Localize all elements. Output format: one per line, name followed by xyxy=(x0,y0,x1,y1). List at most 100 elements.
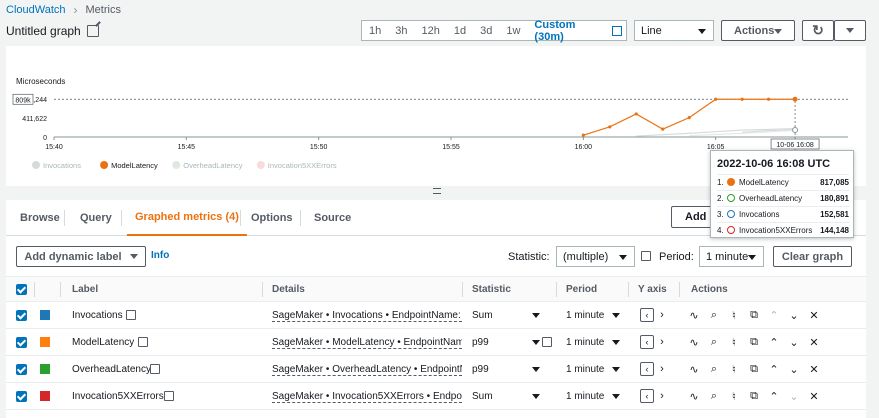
alarm-bell-icon[interactable]: ♮ xyxy=(728,363,740,376)
row-checkbox[interactable] xyxy=(16,337,27,348)
time-range-1w[interactable]: 1w xyxy=(499,21,527,40)
caret-down-icon[interactable] xyxy=(612,313,620,318)
y-axis-right-icon[interactable]: › xyxy=(656,336,668,348)
caret-down-icon[interactable] xyxy=(532,367,540,372)
x-tick-label: 15:40 xyxy=(45,144,63,151)
select-all-checkbox[interactable] xyxy=(16,284,27,295)
resize-handle[interactable] xyxy=(433,188,441,194)
tab-query[interactable]: Query xyxy=(80,200,112,236)
metric-label: Invocation5XXErrors xyxy=(72,391,164,402)
tab-options[interactable]: Options xyxy=(251,200,293,236)
alarm-bell-icon[interactable]: ♮ xyxy=(728,309,740,322)
y-axis-left-button[interactable]: ‹ xyxy=(640,389,654,403)
statistic-select[interactable]: (multiple) xyxy=(556,246,635,267)
metric-details[interactable]: SageMaker • OverheadLatency • EndpointNa… xyxy=(272,364,462,376)
move-up-icon[interactable]: ⌃ xyxy=(768,309,780,322)
row-checkbox[interactable] xyxy=(16,391,27,402)
duplicate-icon[interactable]: ⧉ xyxy=(748,363,760,376)
calendar-icon[interactable] xyxy=(611,25,622,36)
edit-title-icon[interactable] xyxy=(86,25,99,37)
y-axis-label: Microseconds xyxy=(16,77,65,86)
edit-label-icon[interactable] xyxy=(138,337,148,347)
breadcrumb-cloudwatch-link[interactable]: CloudWatch xyxy=(6,4,66,16)
y-axis-right-icon[interactable]: › xyxy=(656,363,668,375)
metric-period[interactable]: 1 minute xyxy=(566,337,604,348)
move-down-icon[interactable]: ⌄ xyxy=(788,336,800,349)
move-down-icon[interactable]: ⌄ xyxy=(788,309,800,322)
edit-statistic-icon[interactable] xyxy=(542,337,552,347)
remove-icon[interactable]: ✕ xyxy=(808,363,820,376)
move-down-icon[interactable]: ⌄ xyxy=(788,390,800,403)
clear-graph-button[interactable]: Clear graph xyxy=(773,246,852,267)
caret-down-icon[interactable] xyxy=(532,340,540,345)
remove-icon[interactable]: ✕ xyxy=(808,309,820,322)
chart-type-select[interactable]: Line xyxy=(634,20,714,41)
graph-icon[interactable]: ∿ xyxy=(688,390,700,403)
graph-icon[interactable]: ∿ xyxy=(688,336,700,349)
remove-icon[interactable]: ✕ xyxy=(808,336,820,349)
graph-icon[interactable]: ∿ xyxy=(688,363,700,376)
alarm-bell-icon[interactable]: ♮ xyxy=(728,336,740,349)
y-axis-left-button[interactable]: ‹ xyxy=(640,308,654,322)
move-down-icon[interactable]: ⌄ xyxy=(788,363,800,376)
add-dynamic-label-button[interactable]: Add dynamic label xyxy=(16,246,146,267)
metric-details[interactable]: SageMaker • Invocations • EndpointName: … xyxy=(272,310,462,322)
tab-source[interactable]: Source xyxy=(314,200,351,236)
caret-down-icon[interactable] xyxy=(612,394,620,399)
y-axis-right-icon[interactable]: › xyxy=(656,309,668,321)
time-range-1h[interactable]: 1h xyxy=(362,21,388,40)
search-icon[interactable]: ⌕ xyxy=(708,309,720,322)
metric-statistic[interactable]: p99 xyxy=(472,337,489,348)
time-range-3h[interactable]: 3h xyxy=(388,21,414,40)
caret-down-icon[interactable] xyxy=(532,394,540,399)
move-up-icon[interactable]: ⌃ xyxy=(768,336,780,349)
refresh-options-button[interactable] xyxy=(834,20,866,41)
move-up-icon[interactable]: ⌃ xyxy=(768,390,780,403)
metric-period[interactable]: 1 minute xyxy=(566,310,604,321)
metric-statistic[interactable]: Sum xyxy=(472,310,493,321)
color-swatch[interactable] xyxy=(40,364,50,374)
remove-icon[interactable]: ✕ xyxy=(808,390,820,403)
alarm-bell-icon[interactable]: ♮ xyxy=(728,390,740,403)
y-axis-right-icon[interactable]: › xyxy=(656,390,668,402)
row-checkbox[interactable] xyxy=(16,364,27,375)
y-axis-left-button[interactable]: ‹ xyxy=(640,335,654,349)
caret-down-icon[interactable] xyxy=(612,340,620,345)
time-range-1d[interactable]: 1d xyxy=(447,21,473,40)
time-range-3d[interactable]: 3d xyxy=(473,21,499,40)
metric-details[interactable]: SageMaker • Invocation5XXErrors • Endpoi… xyxy=(272,391,462,403)
metric-statistic[interactable]: p99 xyxy=(472,364,489,375)
caret-down-icon[interactable] xyxy=(532,313,540,318)
edit-statistic-icon[interactable] xyxy=(641,251,651,261)
search-icon[interactable]: ⌕ xyxy=(708,336,720,349)
metric-statistic[interactable]: Sum xyxy=(472,391,493,402)
metric-details[interactable]: SageMaker • ModelLatency • EndpointName: xyxy=(272,337,462,349)
row-checkbox[interactable] xyxy=(16,310,27,321)
color-swatch[interactable] xyxy=(40,391,50,401)
graph-icon[interactable]: ∿ xyxy=(688,309,700,322)
actions-button[interactable]: Actions xyxy=(721,20,795,41)
y-axis-left-button[interactable]: ‹ xyxy=(640,362,654,376)
time-range-custom[interactable]: Custom (30m) xyxy=(527,19,609,43)
tab-browse[interactable]: Browse xyxy=(20,200,60,236)
refresh-button[interactable]: ↻ xyxy=(802,20,834,41)
color-swatch[interactable] xyxy=(40,337,50,347)
tab-graphed-metrics[interactable]: Graphed metrics (4) xyxy=(127,200,247,236)
metric-period[interactable]: 1 minute xyxy=(566,364,604,375)
info-link[interactable]: Info xyxy=(151,250,169,261)
color-swatch[interactable] xyxy=(40,310,50,320)
search-icon[interactable]: ⌕ xyxy=(708,363,720,376)
edit-label-icon[interactable] xyxy=(126,310,136,320)
duplicate-icon[interactable]: ⧉ xyxy=(748,309,760,322)
search-icon[interactable]: ⌕ xyxy=(708,390,720,403)
period-select[interactable]: 1 minute xyxy=(699,246,764,267)
duplicate-icon[interactable]: ⧉ xyxy=(748,390,760,403)
metric-period[interactable]: 1 minute xyxy=(566,391,604,402)
edit-label-icon[interactable] xyxy=(150,364,160,374)
time-range-12h[interactable]: 12h xyxy=(415,21,447,40)
edit-label-icon[interactable] xyxy=(164,391,174,401)
caret-down-icon[interactable] xyxy=(612,367,620,372)
duplicate-icon[interactable]: ⧉ xyxy=(748,336,760,349)
move-up-icon[interactable]: ⌃ xyxy=(768,363,780,376)
metric-label: OverheadLatency xyxy=(72,364,151,375)
